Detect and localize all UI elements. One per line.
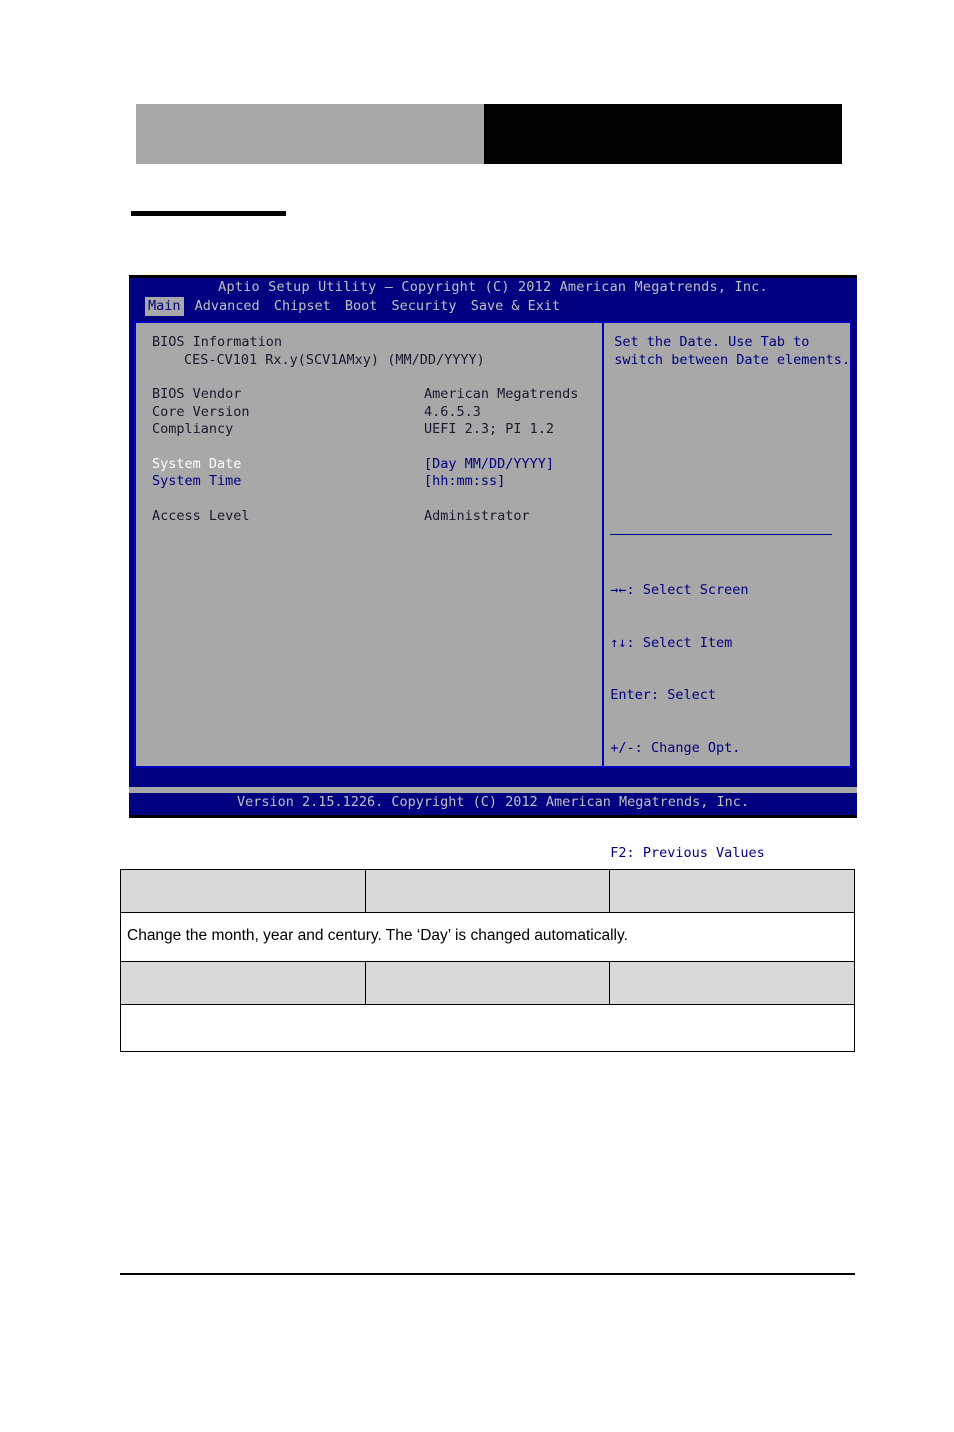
field-core-version-value: 4.6.5.3 xyxy=(424,403,481,420)
table-cell-description: Change the month, year and century. The … xyxy=(120,912,855,962)
bios-body: BIOS Information CES-CV101 Rx.y(SCV1AMxy… xyxy=(134,321,852,1018)
bios-main-pane: BIOS Information CES-CV101 Rx.y(SCV1AMxy… xyxy=(136,323,602,766)
field-access-level-value: Administrator xyxy=(424,507,530,524)
key-legend-row: +/-: Change Opt. xyxy=(610,740,789,758)
header-block-gray xyxy=(136,104,484,164)
help-text-line-2: switch between Date elements. xyxy=(614,351,850,368)
bios-tab-bar[interactable]: Main Advanced Chipset Boot Security Save… xyxy=(129,297,857,316)
bios-help-pane: Set the Date. Use Tab to switch between … xyxy=(604,323,850,1018)
field-system-date-label: System Date xyxy=(152,455,242,472)
header-block-black xyxy=(484,104,842,164)
key-legend-row: →←: Select Screen xyxy=(610,582,789,600)
key-f2-action: Previous Values xyxy=(642,844,765,861)
field-system-date-value[interactable]: [Day MM/DD/YYYY] xyxy=(424,456,602,474)
bios-setup-screen: Aptio Setup Utility – Copyright (C) 2012… xyxy=(129,275,857,1018)
field-bios-vendor: BIOS Vendor American Megatrends xyxy=(152,386,602,404)
key-enter-key: Enter: xyxy=(610,687,660,703)
field-core-version: Core Version 4.6.5.3 xyxy=(152,404,602,422)
field-system-date[interactable]: System Date [Day MM/DD/YYYY] xyxy=(152,456,602,474)
tab-save-exit[interactable]: Save & Exit xyxy=(468,297,563,316)
field-compliancy-value: UEFI 2.3; PI 1.2 xyxy=(424,421,555,437)
key-legend-row: F2: Previous Values xyxy=(610,845,789,863)
tab-security[interactable]: Security xyxy=(389,297,460,316)
description-table: Change the month, year and century. The … xyxy=(120,869,855,1052)
field-access-level: Access Level Administrator xyxy=(152,508,602,526)
table-cell-blank xyxy=(120,869,366,913)
bios-information-heading: BIOS Information xyxy=(152,334,283,350)
key-legend-row: Enter: Select xyxy=(610,687,789,705)
key-select-item-action: Select Item xyxy=(642,634,733,651)
table-cell-blank xyxy=(120,1004,855,1052)
key-change-opt-action: Change Opt. xyxy=(650,739,741,756)
field-system-time[interactable]: System Time [hh:mm:ss] xyxy=(152,473,602,491)
table-row: Change the month, year and century. The … xyxy=(120,912,855,962)
table-row xyxy=(120,1004,855,1052)
field-bios-vendor-value: American Megatrends xyxy=(424,386,579,402)
key-change-opt-key: +/-: xyxy=(610,739,643,756)
key-select-screen-action: Select Screen xyxy=(642,582,749,598)
bios-version-footer: Version 2.15.1226. Copyright (C) 2012 Am… xyxy=(129,793,857,812)
key-select-item-key: ↑↓: xyxy=(610,634,635,651)
field-bios-vendor-label: BIOS Vendor xyxy=(152,386,242,402)
field-core-version-label: Core Version xyxy=(152,403,250,420)
field-compliancy: Compliancy UEFI 2.3; PI 1.2 xyxy=(152,421,602,439)
table-row xyxy=(120,869,855,913)
bios-version-string: CES-CV101 Rx.y(SCV1AMxy) (MM/DD/YYYY) xyxy=(184,351,485,368)
table-cell-blank xyxy=(120,961,366,1005)
tab-main[interactable]: Main xyxy=(145,297,184,316)
tab-boot[interactable]: Boot xyxy=(342,297,381,316)
page-footer-rule xyxy=(120,1273,855,1275)
field-system-time-label: System Time xyxy=(152,473,242,489)
key-select-screen-key: →←: xyxy=(610,582,635,598)
field-compliancy-label: Compliancy xyxy=(152,421,234,437)
table-cell-blank xyxy=(609,961,855,1005)
field-system-time-value[interactable]: [hh:mm:ss] xyxy=(424,473,602,491)
help-text-line-1: Set the Date. Use Tab to xyxy=(614,334,810,350)
page-header-blocks xyxy=(136,104,842,164)
table-cell-blank xyxy=(364,961,611,1005)
tab-chipset[interactable]: Chipset xyxy=(271,297,334,316)
bios-title: Aptio Setup Utility – Copyright (C) 2012… xyxy=(218,279,768,295)
key-legend-row: ↑↓: Select Item xyxy=(610,635,789,653)
key-f2-key: F2: xyxy=(610,844,635,861)
section-heading-rule xyxy=(131,211,286,216)
table-row xyxy=(120,961,855,1005)
tab-advanced[interactable]: Advanced xyxy=(192,297,263,316)
help-pane-rule xyxy=(610,534,833,535)
table-cell-blank xyxy=(364,869,611,913)
field-access-level-label: Access Level xyxy=(152,507,250,524)
key-enter-action: Select xyxy=(667,687,716,703)
table-cell-blank xyxy=(609,869,855,913)
